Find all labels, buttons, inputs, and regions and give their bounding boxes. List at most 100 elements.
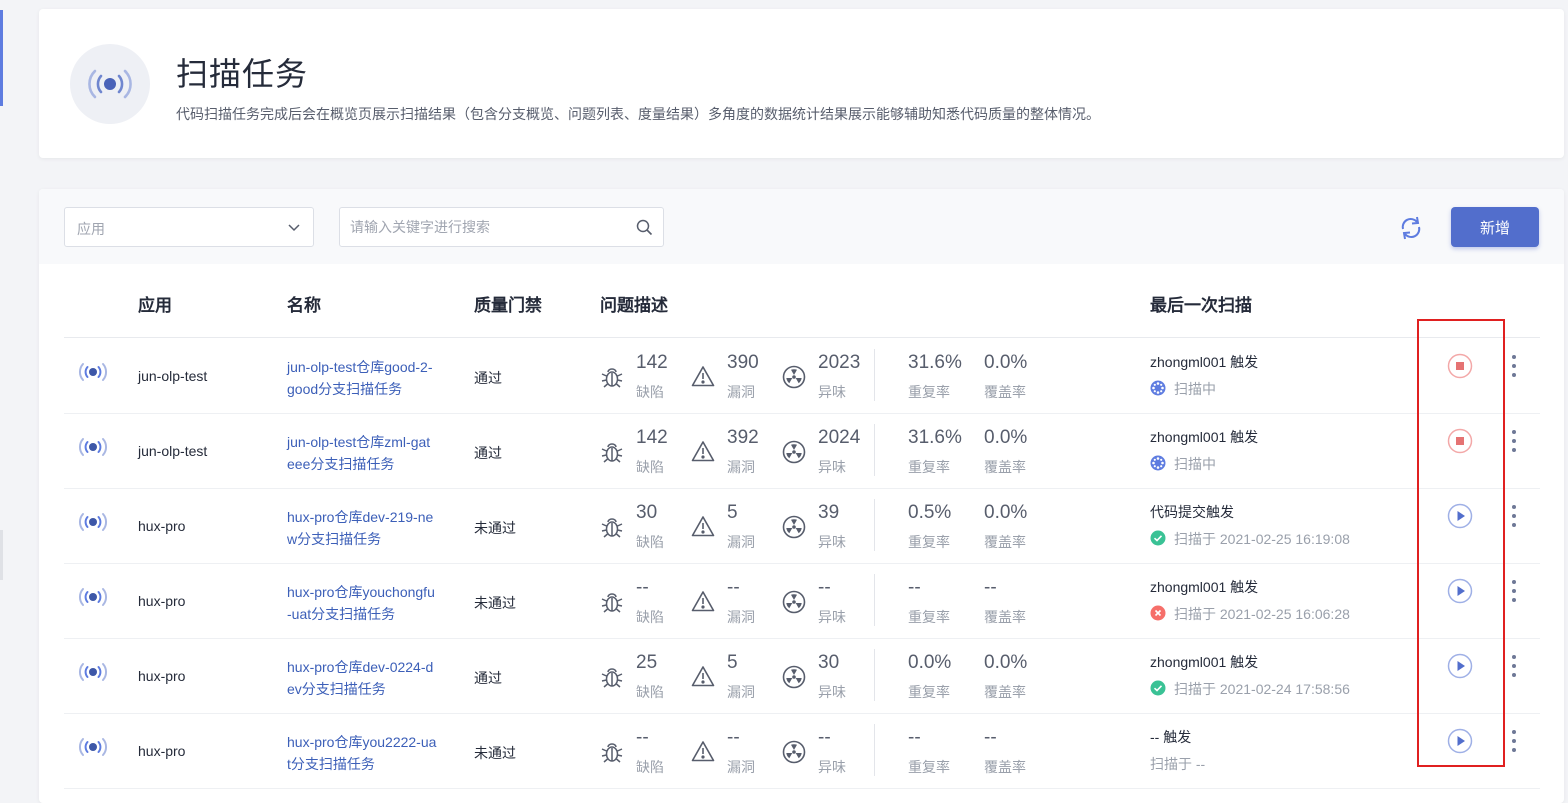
duplication-rate: --: [908, 727, 921, 748]
warning-icon: [691, 440, 715, 467]
code-smell-count: 39: [818, 502, 840, 523]
task-name-link[interactable]: hux-pro仓库dev-0224-dev分支扫描任务: [287, 656, 437, 700]
run-scan-button[interactable]: [1447, 578, 1473, 604]
task-name-link[interactable]: jun-olp-test仓库zml-gateee分支扫描任务: [287, 431, 437, 475]
stop-scan-button[interactable]: [1447, 428, 1473, 454]
scan-status-text: 扫描中: [1174, 456, 1216, 472]
scan-trigger: -- 触发: [1150, 729, 1192, 745]
bug-count: --: [636, 577, 649, 598]
coverage-label: 覆盖率: [984, 534, 1026, 550]
coverage-label: 覆盖率: [984, 459, 1026, 475]
stop-scan-button[interactable]: [1447, 353, 1473, 379]
bug-icon: [600, 590, 624, 619]
stop-icon: [1447, 353, 1473, 383]
nav-active-marker: [0, 10, 3, 106]
more-icon[interactable]: [1508, 655, 1520, 677]
app-name: hux-pro: [138, 668, 186, 684]
radiation-icon: [782, 740, 806, 769]
metric-divider: [874, 649, 875, 701]
play-icon: [1447, 728, 1473, 758]
bug-count: 142: [636, 352, 668, 373]
metric-divider: [874, 499, 875, 551]
task-name-link[interactable]: hux-pro仓库youchongfu-uat分支扫描任务: [287, 581, 437, 625]
scan-trigger: zhongml001 触发: [1150, 579, 1259, 595]
more-icon[interactable]: [1508, 580, 1520, 602]
coverage-rate: 0.0%: [984, 352, 1028, 373]
scan-status-text: 扫描于 2021-02-25 16:06:28: [1174, 606, 1350, 622]
quality-gate-status: 未通过: [474, 745, 516, 761]
coverage-rate: --: [984, 577, 997, 598]
quality-gate-status: 未通过: [474, 520, 516, 536]
error-icon: [1150, 605, 1166, 624]
vulnerability-count: 5: [727, 502, 738, 523]
duplication-label: 重复率: [908, 384, 950, 400]
scan-status: 扫描于 2021-02-25 16:06:28: [1150, 604, 1350, 624]
coverage-label: 覆盖率: [984, 384, 1026, 400]
app-select[interactable]: 应用: [64, 207, 314, 247]
more-icon[interactable]: [1508, 430, 1520, 452]
code-smell-count: 2023: [818, 352, 861, 373]
quality-gate-status: 未通过: [474, 595, 516, 611]
scan-status: 扫描中: [1150, 454, 1216, 474]
scan-status-text: 扫描于 2021-02-25 16:19:08: [1174, 531, 1350, 547]
table-row: hux-pro hux-pro仓库dev-219-new分支扫描任务 未通过 3…: [64, 489, 1540, 564]
bug-count: --: [636, 727, 649, 748]
code-smell-label: 异味: [818, 609, 846, 625]
more-icon[interactable]: [1508, 730, 1520, 752]
more-icon[interactable]: [1508, 505, 1520, 527]
scan-status: 扫描于 2021-02-24 17:58:56: [1150, 679, 1350, 699]
radiation-icon: [782, 515, 806, 544]
table-header: 应用 名称 质量门禁 问题描述 最后一次扫描: [64, 264, 1540, 338]
run-scan-button[interactable]: [1447, 653, 1473, 679]
run-scan-button[interactable]: [1447, 503, 1473, 529]
vulnerability-label: 漏洞: [727, 609, 755, 625]
bug-icon: [600, 365, 624, 394]
warning-icon: [691, 365, 715, 392]
table-row: jun-olp-test jun-olp-test仓库zml-gateee分支扫…: [64, 414, 1540, 489]
bug-label: 缺陷: [636, 609, 664, 625]
coverage-rate: 0.0%: [984, 427, 1028, 448]
radio-signal-icon: [78, 662, 108, 687]
search-icon[interactable]: [636, 219, 653, 241]
scan-status-text: 扫描于 2021-02-24 17:58:56: [1174, 681, 1350, 697]
vulnerability-label: 漏洞: [727, 759, 755, 775]
warning-icon: [691, 665, 715, 692]
column-header-app: 应用: [138, 296, 172, 315]
code-smell-label: 异味: [818, 534, 846, 550]
code-smell-label: 异味: [818, 684, 846, 700]
radio-signal-icon: [78, 437, 108, 462]
play-icon: [1447, 653, 1473, 683]
task-name-link[interactable]: hux-pro仓库dev-219-new分支扫描任务: [287, 506, 437, 550]
more-icon[interactable]: [1508, 355, 1520, 377]
table-row: jun-olp-test jun-olp-test仓库good-2-good分支…: [64, 339, 1540, 414]
search-input[interactable]: [340, 208, 620, 246]
app-name: hux-pro: [138, 743, 186, 759]
coverage-rate: 0.0%: [984, 652, 1028, 673]
metric-divider: [874, 724, 875, 776]
quality-gate-status: 通过: [474, 445, 502, 461]
vulnerability-count: 392: [727, 427, 759, 448]
vulnerability-count: --: [727, 727, 740, 748]
warning-icon: [691, 515, 715, 542]
duplication-rate: 31.6%: [908, 352, 962, 373]
task-name-link[interactable]: jun-olp-test仓库good-2-good分支扫描任务: [287, 356, 437, 400]
coverage-label: 覆盖率: [984, 609, 1026, 625]
vulnerability-label: 漏洞: [727, 459, 755, 475]
warning-icon: [691, 740, 715, 767]
run-scan-button[interactable]: [1447, 728, 1473, 754]
duplication-label: 重复率: [908, 609, 950, 625]
bug-label: 缺陷: [636, 384, 664, 400]
page-title: 扫描任务: [176, 56, 309, 92]
quality-gate-status: 通过: [474, 670, 502, 686]
refresh-icon[interactable]: [1397, 214, 1425, 242]
add-button[interactable]: 新增: [1451, 207, 1539, 247]
vulnerability-count: 390: [727, 352, 759, 373]
search-field: [339, 207, 664, 247]
radio-signal-icon: [70, 44, 150, 124]
radiation-icon: [782, 440, 806, 469]
app-name: jun-olp-test: [138, 368, 208, 384]
metric-divider: [874, 574, 875, 626]
task-name-link[interactable]: hux-pro仓库you2222-uat分支扫描任务: [287, 731, 437, 775]
radiation-icon: [782, 365, 806, 394]
left-nav-rail: [0, 0, 4, 803]
